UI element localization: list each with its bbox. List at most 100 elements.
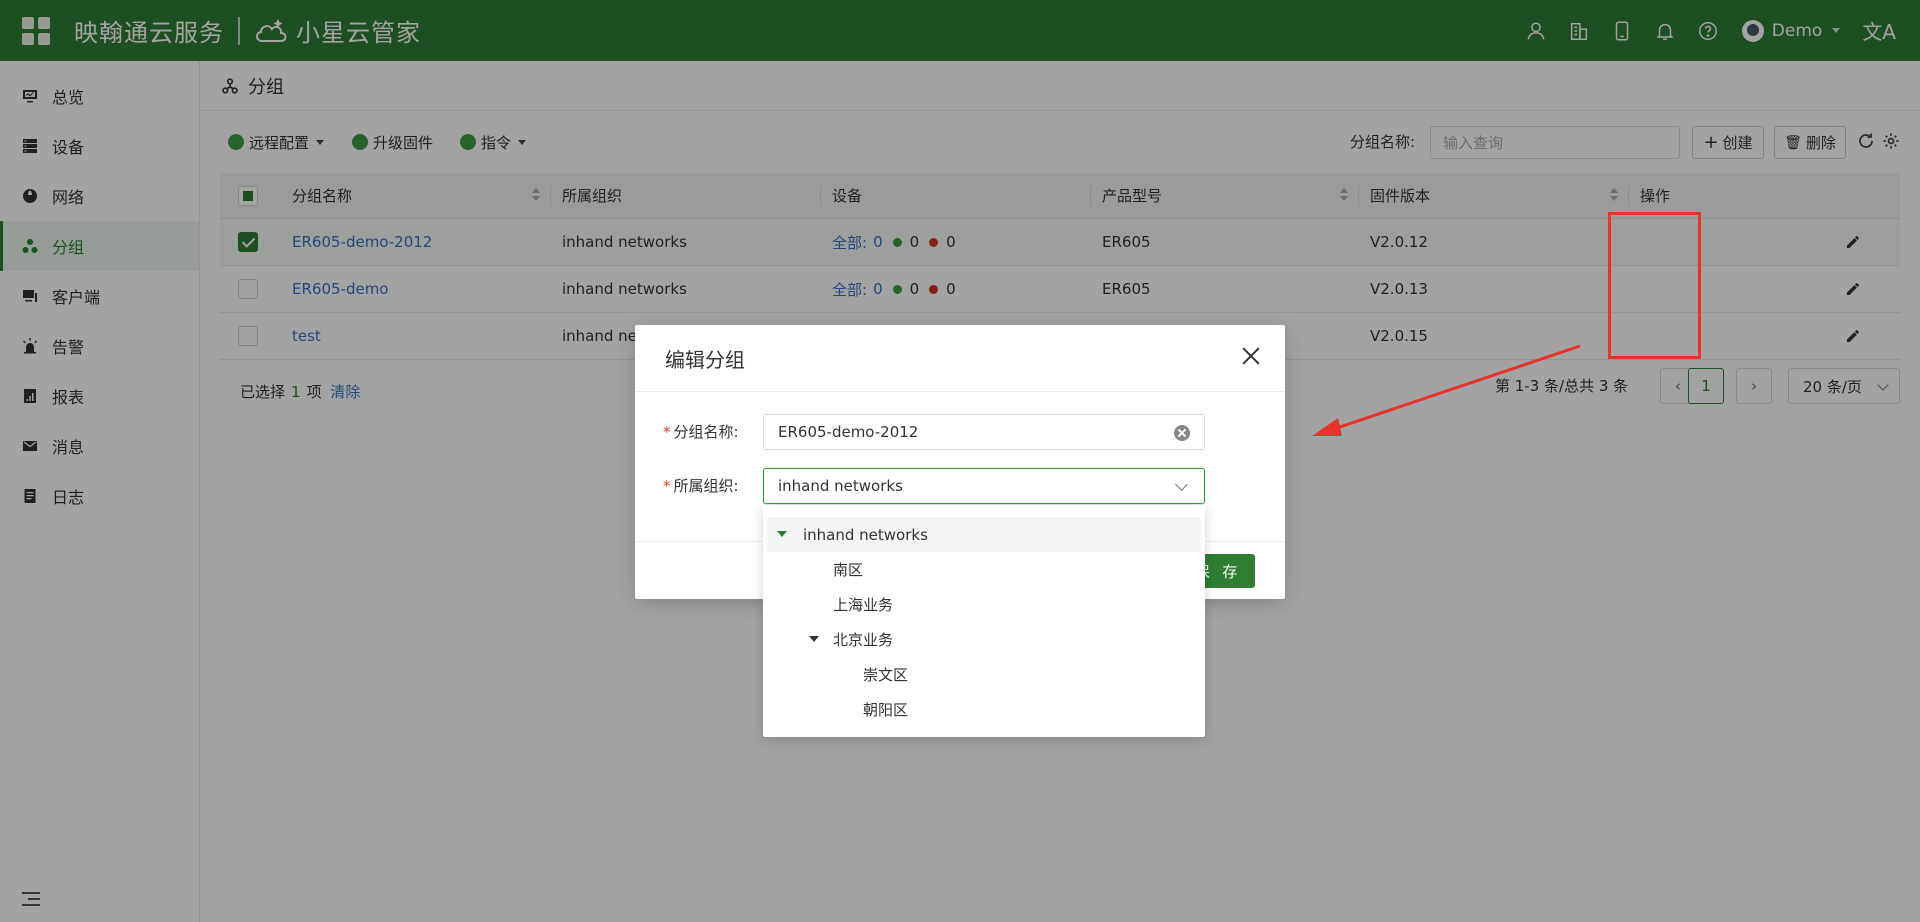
sidebar-item-messages[interactable]: 消息: [0, 421, 199, 471]
offline-dot-icon: [929, 284, 939, 294]
clear-input-icon[interactable]: [1174, 425, 1190, 441]
row-checkbox[interactable]: [238, 232, 258, 252]
row-checkbox[interactable]: [238, 326, 258, 346]
report-icon: [22, 388, 38, 404]
column-header[interactable]: 固件版本: [1370, 173, 1430, 218]
upgrade-icon: [352, 134, 368, 150]
language-icon[interactable]: 文A: [1862, 16, 1896, 45]
tree-node-chaoyang[interactable]: 朝阳区: [767, 692, 1201, 727]
sidebar-item-logs[interactable]: 日志: [0, 471, 199, 521]
chevron-down-icon: [1175, 478, 1188, 491]
firmware-cell: V2.0.13: [1370, 280, 1428, 298]
sidebar-item-groups[interactable]: 分组: [0, 221, 199, 271]
sidebar-item-label: 客户端: [52, 288, 101, 307]
next-page-button[interactable]: ›: [1736, 368, 1772, 404]
cloud-logo-icon: [254, 17, 290, 45]
top-bar: 映翰通云服务 小星云管家 Demo 文A: [0, 0, 1920, 61]
tree-node-south[interactable]: 南区: [767, 552, 1201, 587]
refresh-icon[interactable]: [1857, 132, 1877, 152]
tree-node-shanghai[interactable]: 上海业务: [767, 587, 1201, 622]
tree-node-label: inhand networks: [803, 525, 928, 544]
tree-node-inhand-networks[interactable]: inhand networks: [767, 517, 1201, 552]
bell-icon[interactable]: [1652, 18, 1678, 44]
org-select[interactable]: inhand networks: [763, 468, 1205, 504]
tree-node-label: 朝阳区: [863, 701, 909, 719]
page-header: 分组: [200, 61, 1920, 111]
building-icon[interactable]: [1566, 18, 1592, 44]
page-size-value: 20 条/页: [1803, 377, 1862, 396]
upgrade-firmware-button[interactable]: 升级固件: [352, 124, 433, 160]
mobile-device-icon[interactable]: [1609, 18, 1635, 44]
org-label: * 所属组织:: [663, 477, 739, 495]
sidebar-item-label: 日志: [52, 488, 85, 507]
sort-icon[interactable]: [1340, 188, 1348, 204]
user-name: Demo: [1771, 20, 1823, 41]
edit-pencil-icon[interactable]: [1845, 266, 1861, 312]
sidebar-item-label: 网络: [52, 188, 85, 207]
help-icon[interactable]: [1695, 18, 1721, 44]
search-label: 分组名称:: [1350, 133, 1416, 151]
group-name-link[interactable]: ER605-demo-2012: [292, 219, 432, 265]
firmware-cell: V2.0.15: [1370, 327, 1428, 345]
command-button[interactable]: 指令: [460, 124, 527, 160]
remote-config-label: 远程配置: [249, 133, 310, 152]
column-header[interactable]: 分组名称: [292, 173, 352, 218]
device-offline: 0: [946, 233, 956, 251]
online-dot-icon: [892, 237, 902, 247]
page-title: 分组: [248, 76, 284, 98]
tree-node-chongwen[interactable]: 崇文区: [767, 657, 1201, 692]
caret-down-icon[interactable]: [809, 636, 819, 642]
caret-down-icon[interactable]: [777, 531, 787, 537]
user-menu[interactable]: Demo: [1741, 19, 1841, 42]
sidebar-item-label: 总览: [52, 88, 85, 107]
close-icon[interactable]: [1241, 346, 1261, 366]
online-dot-icon: [892, 284, 902, 294]
model-cell: ER605: [1102, 233, 1151, 251]
device-all-link[interactable]: 全部:: [832, 232, 867, 253]
offline-dot-icon: [929, 237, 939, 247]
page-size-select[interactable]: 20 条/页: [1788, 368, 1900, 404]
sidebar-item-clients[interactable]: 客户端: [0, 271, 199, 321]
delete-button[interactable]: 🗑 删除: [1774, 126, 1846, 159]
group-name-link[interactable]: ER605-demo: [292, 266, 388, 312]
remote-config-button[interactable]: 远程配置: [228, 124, 325, 160]
sort-icon[interactable]: [532, 188, 540, 204]
select-all-checkbox[interactable]: [238, 185, 258, 206]
edit-pencil-icon[interactable]: [1845, 219, 1861, 265]
column-header[interactable]: 产品型号: [1102, 173, 1162, 218]
sidebar-item-alarms[interactable]: 告警: [0, 321, 199, 371]
group-name-label-text: 分组名称:: [673, 423, 739, 441]
row-checkbox-cell: [238, 219, 258, 265]
org-cell: inhand networks: [562, 280, 687, 298]
tree-node-beijing[interactable]: 北京业务: [767, 622, 1201, 657]
brand-name: 映翰通云服务: [74, 19, 224, 47]
page-number-button[interactable]: 1: [1688, 368, 1724, 404]
upgrade-firmware-label: 升级固件: [373, 133, 434, 152]
device-online: 0: [909, 233, 920, 251]
device-total[interactable]: 0: [873, 280, 883, 298]
column-divider: [1358, 185, 1359, 207]
group-name-field[interactable]: ER605-demo-2012: [763, 414, 1205, 450]
row-checkbox[interactable]: [238, 279, 258, 299]
sidebar-item-overview[interactable]: 总览: [0, 71, 199, 121]
firmware-cell: V2.0.12: [1370, 233, 1428, 251]
sidebar-item-network[interactable]: 网络: [0, 171, 199, 221]
app-grid-icon[interactable]: [22, 16, 50, 45]
device-total[interactable]: 0: [873, 233, 883, 251]
create-button[interactable]: + 创建: [1692, 126, 1764, 159]
search-input[interactable]: [1430, 126, 1680, 159]
column-divider: [1628, 185, 1629, 207]
group-name-link[interactable]: test: [292, 313, 321, 359]
mail-icon: [22, 438, 38, 454]
trash-icon: 🗑: [1784, 134, 1802, 151]
sidebar: 总览 设备 网络 分组 客户端 告警 报表 消息 日志: [0, 61, 200, 922]
settings-gear-icon[interactable]: [1882, 132, 1902, 152]
sidebar-item-reports[interactable]: 报表: [0, 371, 199, 421]
sidebar-item-devices[interactable]: 设备: [0, 121, 199, 171]
user-account-icon[interactable]: [1523, 18, 1549, 44]
edit-pencil-icon[interactable]: [1845, 313, 1861, 359]
device-all-link[interactable]: 全部:: [832, 279, 867, 300]
org-cell: inhand ne: [562, 327, 637, 345]
sort-icon[interactable]: [1610, 188, 1618, 204]
collapse-menu-icon[interactable]: [22, 892, 40, 908]
